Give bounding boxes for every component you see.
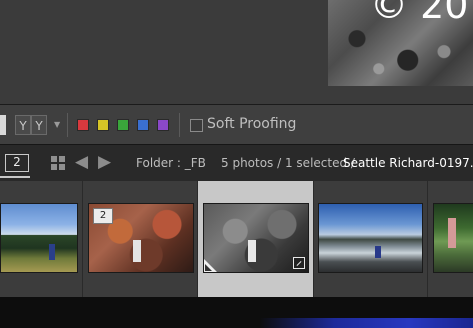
- filmstrip: 2: [0, 181, 473, 297]
- preview-image[interactable]: © 201: [328, 0, 473, 86]
- person-figure: [448, 218, 456, 248]
- toolbar-divider: [67, 113, 68, 137]
- color-label-yellow[interactable]: [97, 119, 109, 131]
- arrow-right-icon[interactable]: ▶: [98, 152, 111, 172]
- secondary-window-indicator: [0, 176, 30, 178]
- develop-adjustments-icon[interactable]: [293, 257, 305, 269]
- filmstrip-header: 2 ◀ ▶ Folder : _FB 5 photos / 1 selected…: [0, 144, 473, 181]
- desktop-background-glow: [260, 318, 473, 328]
- arrow-left-icon[interactable]: ◀: [75, 152, 88, 172]
- yy-compare-button-left[interactable]: Y: [15, 115, 31, 135]
- filmstrip-cell[interactable]: [314, 181, 428, 297]
- toolbar: Y Y ▼ Soft Proofing: [0, 104, 473, 145]
- filmstrip-cell-selected[interactable]: [198, 181, 314, 297]
- color-label-blue[interactable]: [137, 119, 149, 131]
- filmstrip-cell[interactable]: [428, 181, 473, 297]
- person-figure: [49, 244, 55, 260]
- soft-proofing-label[interactable]: Soft Proofing: [207, 116, 296, 132]
- color-label-purple[interactable]: [157, 119, 169, 131]
- view-mode-button[interactable]: [0, 115, 6, 135]
- photo-count-label: 5 photos / 1 selected /: [221, 156, 355, 170]
- copyright-watermark: © 201: [370, 0, 473, 27]
- thumbnail-beach-seastacks[interactable]: [318, 203, 423, 273]
- secondary-window-button[interactable]: 2: [5, 154, 29, 172]
- thumbnail-graffiti-wall[interactable]: 2: [88, 203, 194, 273]
- loupe-preview-area: © 201: [0, 0, 473, 104]
- stack-count-badge[interactable]: 2: [93, 208, 113, 224]
- person-figure: [248, 240, 256, 262]
- grid-view-icon[interactable]: [51, 156, 65, 170]
- toolbar-divider: [179, 113, 180, 137]
- selected-filename-label: Seattle Richard-0197.jp: [343, 156, 473, 170]
- thumbnail-forest-person[interactable]: [433, 203, 473, 273]
- filmstrip-cell[interactable]: [0, 181, 83, 297]
- filmstrip-cell[interactable]: 2: [83, 181, 198, 297]
- virtual-copy-corner-inner: [205, 264, 212, 271]
- person-figure: [133, 240, 141, 262]
- yy-compare-button-right[interactable]: Y: [31, 115, 47, 135]
- folder-source-label[interactable]: Folder : _FB: [136, 156, 206, 170]
- thumbnail-graffiti-wall-bw[interactable]: [203, 203, 309, 273]
- soft-proofing-checkbox[interactable]: [190, 119, 203, 132]
- color-label-red[interactable]: [77, 119, 89, 131]
- color-label-green[interactable]: [117, 119, 129, 131]
- thumbnail-mountain-lake[interactable]: [0, 203, 78, 273]
- person-figure: [375, 246, 381, 258]
- chevron-down-icon[interactable]: ▼: [54, 120, 60, 129]
